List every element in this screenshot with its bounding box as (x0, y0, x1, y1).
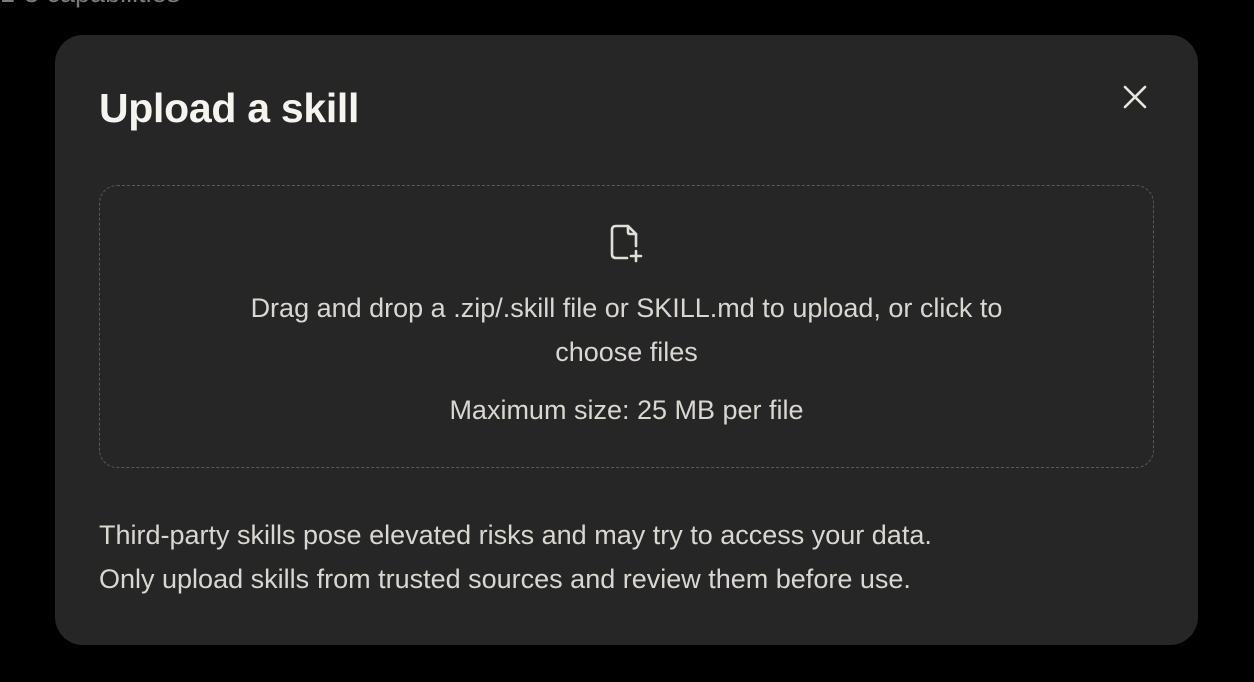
dropzone-instruction: Drag and drop a .zip/.skill file or SKIL… (100, 286, 1153, 374)
dialog-title: Upload a skill (99, 85, 360, 131)
file-dropzone[interactable]: Drag and drop a .zip/.skill file or SKIL… (99, 185, 1154, 468)
close-icon (1123, 85, 1147, 109)
upload-skill-dialog: Upload a skill Drag and drop a .zip/.ski… (55, 35, 1198, 645)
security-warning-line2: Only upload skills from trusted sources … (99, 564, 911, 594)
security-warning-line1: Third-party skills pose elevated risks a… (99, 520, 932, 550)
security-warning: Third-party skills pose elevated risks a… (99, 513, 932, 601)
dropzone-instruction-line2: choose files (555, 337, 698, 367)
max-size-label: Maximum size: 25 MB per file (449, 395, 804, 425)
background-partial-text: 1-3 capabilities (0, 0, 180, 9)
close-button[interactable] (1115, 77, 1155, 117)
file-plus-icon (610, 224, 643, 263)
page: 1-3 capabilities Upload a skill Drag and… (0, 0, 1254, 682)
dropzone-instruction-line1: Drag and drop a .zip/.skill file or SKIL… (250, 293, 1003, 323)
